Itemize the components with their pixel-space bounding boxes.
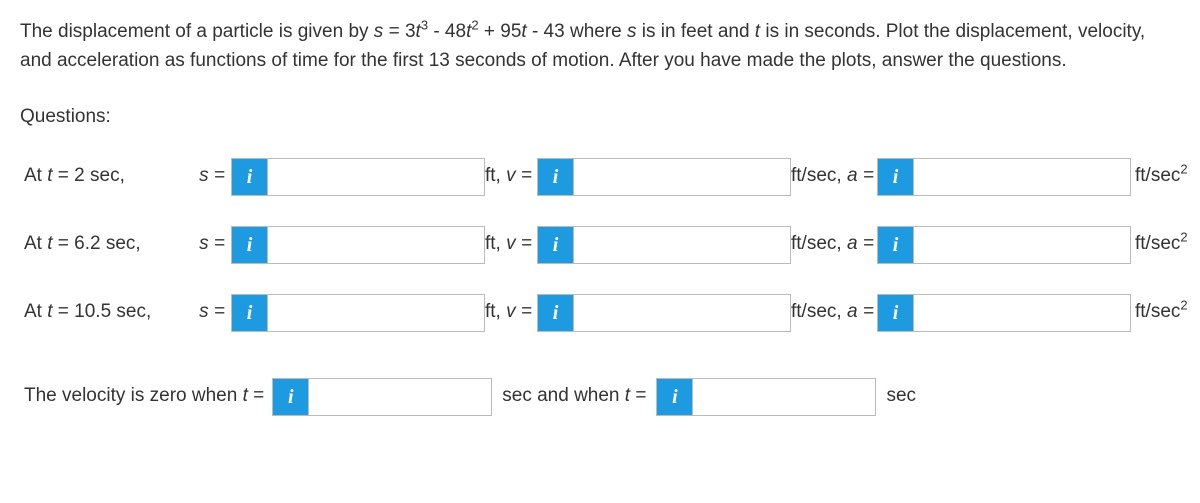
- a-input-wrap: i: [877, 294, 1131, 332]
- zero-mid-text: sec and when t =: [502, 382, 646, 411]
- eq-part: - 43 where: [527, 21, 627, 42]
- info-icon[interactable]: i: [878, 295, 914, 331]
- s-input-wrap: i: [231, 294, 485, 332]
- time-label: At t = 6.2 sec,: [20, 230, 193, 259]
- time-pre: At: [24, 301, 47, 322]
- eq-part: = 3: [383, 21, 415, 42]
- time-label: At t = 10.5 sec,: [20, 298, 193, 327]
- info-icon[interactable]: i: [538, 227, 574, 263]
- v-input-wrap: i: [537, 158, 791, 196]
- zero-t2-input[interactable]: [693, 379, 875, 415]
- var-s: s: [627, 21, 637, 42]
- info-icon[interactable]: i: [538, 159, 574, 195]
- info-icon[interactable]: i: [878, 227, 914, 263]
- question-rows: At t = 2 sec, s = i ft, v = i ft/sec, a …: [20, 158, 1180, 332]
- velocity-zero-row: The velocity is zero when t = i sec and …: [20, 378, 1180, 416]
- problem-text-pre: The displacement of a particle is given …: [20, 21, 374, 42]
- exp-2: 2: [471, 18, 478, 33]
- time-post: = 2 sec,: [53, 165, 125, 186]
- eq-part: is in feet and: [637, 21, 755, 42]
- problem-statement: The displacement of a particle is given …: [20, 18, 1180, 75]
- s-equals-label: s =: [193, 230, 231, 259]
- s-input[interactable]: [268, 295, 484, 331]
- info-icon[interactable]: i: [538, 295, 574, 331]
- eq-part: + 95: [479, 21, 522, 42]
- time-label: At t = 2 sec,: [20, 162, 193, 191]
- s-equals-label: s =: [193, 162, 231, 191]
- v-input[interactable]: [574, 159, 790, 195]
- v-input[interactable]: [574, 295, 790, 331]
- a-equals-label: ft/sec, a =: [791, 230, 877, 259]
- question-row-t6-2: At t = 6.2 sec, s = i ft, v = i ft/sec, …: [20, 226, 1180, 264]
- s-input[interactable]: [268, 227, 484, 263]
- zero-t2-input-wrap: i: [656, 378, 876, 416]
- time-post: = 6.2 sec,: [53, 233, 141, 254]
- info-icon[interactable]: i: [232, 227, 268, 263]
- time-post: = 10.5 sec,: [53, 301, 152, 322]
- time-pre: At: [24, 165, 47, 186]
- v-input[interactable]: [574, 227, 790, 263]
- zero-t1-input-wrap: i: [272, 378, 492, 416]
- exp-3: 3: [421, 18, 428, 33]
- a-input[interactable]: [914, 295, 1130, 331]
- v-equals-label: ft, v =: [485, 162, 537, 191]
- v-equals-label: ft, v =: [485, 230, 537, 259]
- eq-part: - 48: [428, 21, 466, 42]
- info-icon[interactable]: i: [232, 159, 268, 195]
- info-icon[interactable]: i: [273, 379, 309, 415]
- zero-t1-input[interactable]: [309, 379, 491, 415]
- info-icon[interactable]: i: [232, 295, 268, 331]
- a-equals-label: ft/sec, a =: [791, 298, 877, 327]
- question-row-t10-5: At t = 10.5 sec, s = i ft, v = i ft/sec,…: [20, 294, 1180, 332]
- s-equals-label: s =: [193, 298, 231, 327]
- info-icon[interactable]: i: [657, 379, 693, 415]
- unit-ftsec2: ft/sec2: [1131, 162, 1197, 191]
- a-input-wrap: i: [877, 226, 1131, 264]
- s-input[interactable]: [268, 159, 484, 195]
- a-input[interactable]: [914, 227, 1130, 263]
- a-equals-label: ft/sec, a =: [791, 162, 877, 191]
- a-input-wrap: i: [877, 158, 1131, 196]
- s-input-wrap: i: [231, 226, 485, 264]
- v-input-wrap: i: [537, 294, 791, 332]
- time-pre: At: [24, 233, 47, 254]
- v-equals-label: ft, v =: [485, 298, 537, 327]
- zero-pre-text: The velocity is zero when t =: [24, 382, 264, 411]
- unit-sec: sec: [886, 382, 916, 411]
- questions-heading: Questions:: [20, 103, 1180, 132]
- var-s: s: [374, 21, 384, 42]
- info-icon[interactable]: i: [878, 159, 914, 195]
- unit-ftsec2: ft/sec2: [1131, 230, 1197, 259]
- unit-ftsec2: ft/sec2: [1131, 298, 1197, 327]
- v-input-wrap: i: [537, 226, 791, 264]
- question-row-t2: At t = 2 sec, s = i ft, v = i ft/sec, a …: [20, 158, 1180, 196]
- a-input[interactable]: [914, 159, 1130, 195]
- s-input-wrap: i: [231, 158, 485, 196]
